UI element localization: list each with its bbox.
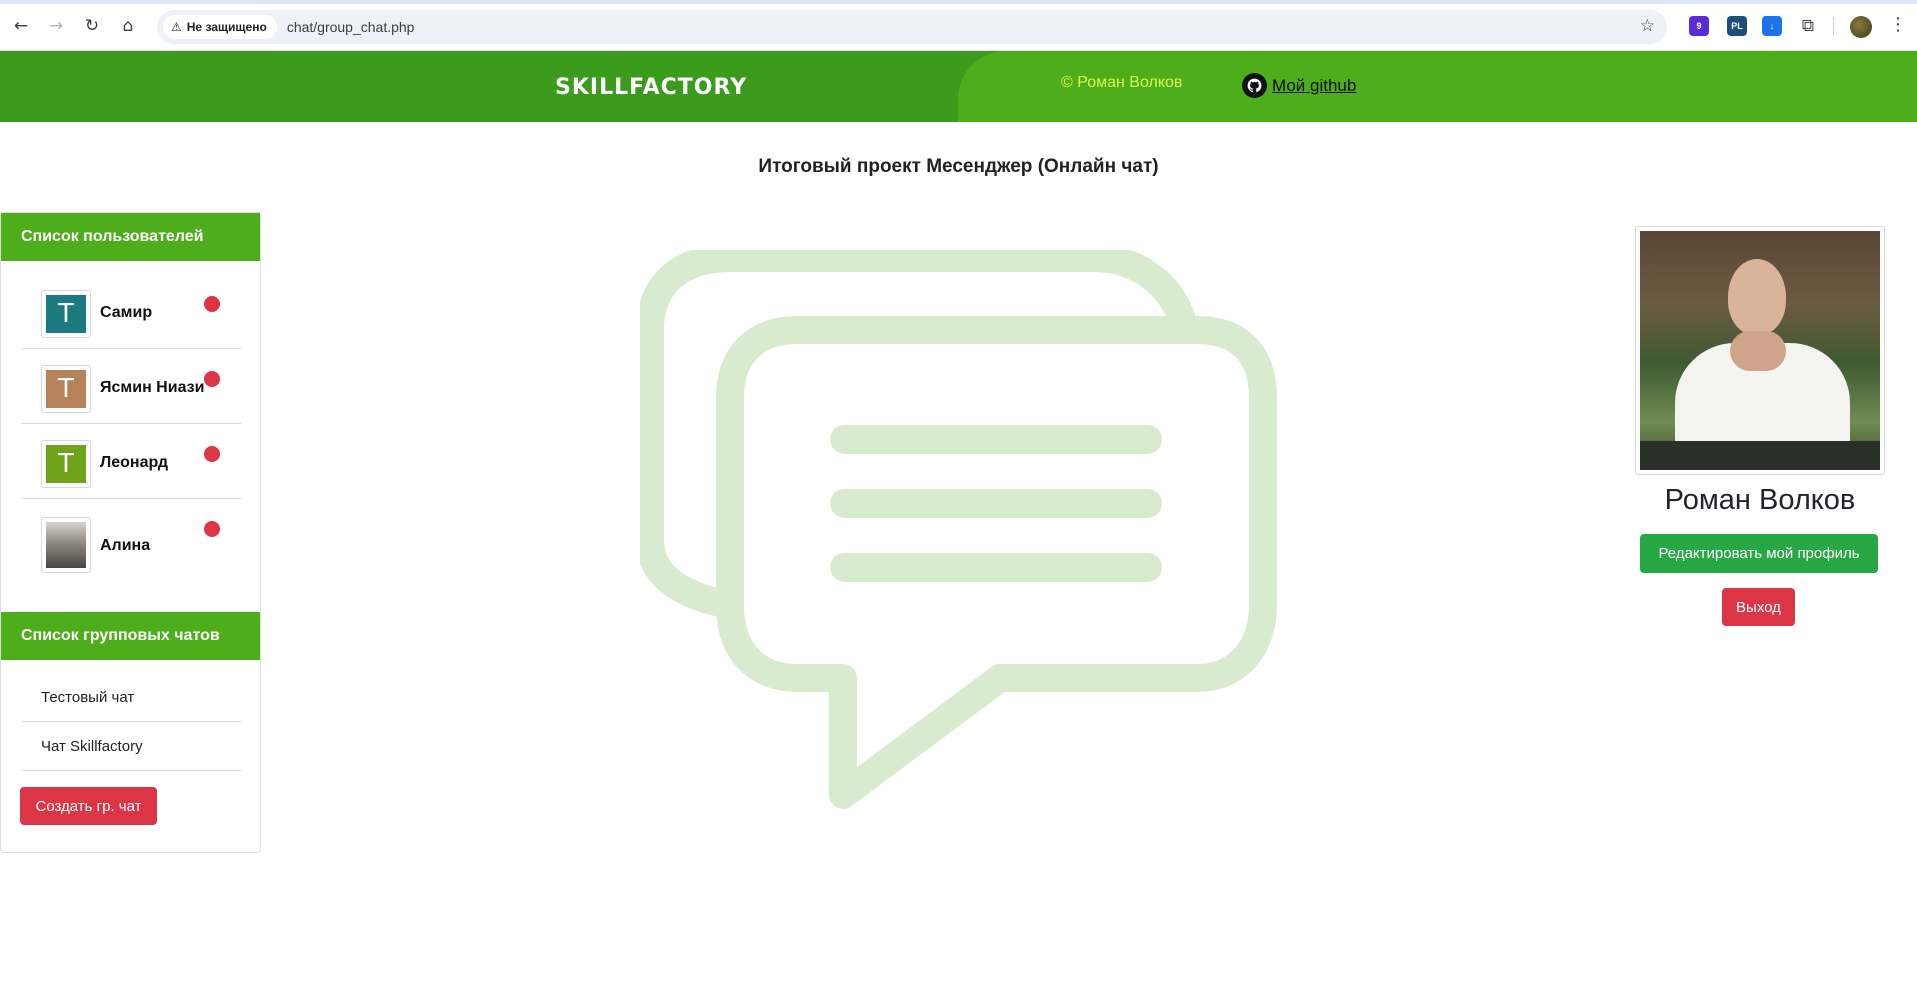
profile-photo-image xyxy=(1640,231,1880,470)
avatar: T xyxy=(41,440,91,488)
extension-icon[interactable]: PL xyxy=(1727,16,1747,36)
address-bar[interactable]: ⚠ Не защищено chat/group_chat.php ☆ xyxy=(157,10,1667,44)
extension-icon[interactable]: 9 xyxy=(1689,16,1709,36)
user-list-item[interactable]: T Леонард xyxy=(21,424,241,499)
back-icon[interactable]: ← xyxy=(9,14,33,38)
security-chip[interactable]: ⚠ Не защищено xyxy=(163,15,277,39)
user-list-item[interactable]: Алина xyxy=(21,499,241,585)
user-name: Самир xyxy=(100,304,153,321)
status-dot-icon xyxy=(204,296,220,312)
site-header: SKILLFACTORY © Роман Волков Мой github xyxy=(0,51,1917,122)
group-chat-item[interactable]: Тестовый чат xyxy=(21,673,241,722)
profile-photo xyxy=(1635,226,1885,475)
reload-icon[interactable]: ↻ xyxy=(80,14,104,38)
user-name: Леонард xyxy=(100,454,168,471)
avatar-letter: T xyxy=(46,445,86,483)
browser-toolbar: ← → ↻ ⌂ ⚠ Не защищено chat/group_chat.ph… xyxy=(0,0,1917,51)
extension-badge: PL xyxy=(1731,21,1743,31)
profile-name: Роман Волков xyxy=(1664,484,1856,516)
avatar-letter: T xyxy=(46,370,86,408)
extension-badge: 9 xyxy=(1696,21,1702,31)
user-list-item[interactable]: T Ясмин Ниази xyxy=(21,349,241,424)
create-group-chat-button[interactable]: Создать гр. чат xyxy=(20,787,157,825)
star-icon[interactable]: ☆ xyxy=(1640,16,1655,36)
avatar xyxy=(41,517,91,573)
download-extension-icon[interactable]: ↓ xyxy=(1762,16,1782,36)
avatar: T xyxy=(41,290,91,338)
logo[interactable]: SKILLFACTORY xyxy=(555,75,747,100)
status-dot-icon xyxy=(204,371,220,387)
status-dot-icon xyxy=(204,521,220,537)
extensions-icon[interactable]: ⧉ xyxy=(1796,14,1820,38)
chat-bubbles-icon xyxy=(640,250,1277,809)
url-text[interactable]: chat/group_chat.php xyxy=(287,19,415,35)
avatar: T xyxy=(41,365,91,413)
page-title: Итоговый проект Месенджер (Онлайн чат) xyxy=(758,156,1159,177)
github-icon[interactable] xyxy=(1242,73,1267,98)
user-list-item[interactable]: T Самир xyxy=(21,274,241,349)
copyright-text: © Роман Волков xyxy=(1061,74,1183,91)
group-chat-item[interactable]: Чат Skillfactory xyxy=(21,722,241,771)
tab-strip-edge xyxy=(0,0,1917,4)
forward-icon[interactable]: → xyxy=(44,14,68,38)
user-name: Алина xyxy=(100,537,151,554)
users-list-title: Список пользователей xyxy=(1,213,260,261)
menu-icon[interactable]: ⋮ xyxy=(1889,14,1907,35)
edit-profile-button[interactable]: Редактировать мой профиль xyxy=(1640,534,1878,573)
security-label: Не защищено xyxy=(186,20,267,34)
sidebar: Список пользователей T Самир T Ясмин Ниа… xyxy=(0,212,261,853)
toolbar-divider xyxy=(1833,17,1834,35)
github-link[interactable]: Мой github xyxy=(1272,76,1356,96)
user-name: Ясмин Ниази xyxy=(100,379,205,396)
status-dot-icon xyxy=(204,446,220,462)
warning-icon: ⚠ xyxy=(171,20,182,34)
avatar-photo xyxy=(46,522,86,568)
avatar-letter: T xyxy=(46,295,86,333)
profile-avatar-icon[interactable] xyxy=(1850,16,1872,38)
logout-button[interactable]: Выход xyxy=(1722,588,1795,626)
group-chats-title: Список групповых чатов xyxy=(1,612,260,660)
home-icon[interactable]: ⌂ xyxy=(116,14,140,38)
